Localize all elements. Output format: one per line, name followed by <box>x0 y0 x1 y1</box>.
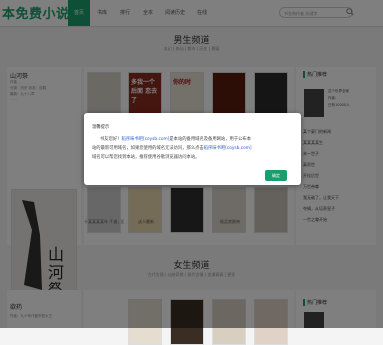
dialog-title: 温馨提示 <box>92 125 110 130</box>
dialog-link[interactable]: 稻序味书吧[coysb.com] <box>204 146 252 151</box>
dialog-text: 域名可以帮您找到本站，推荐使用谷歌浏览器访问本站。 <box>92 155 200 160</box>
dialog-text: 是本站的备用域名及备用网站，用于公布本 <box>169 137 252 142</box>
notice-dialog: 温馨提示 书友您好！稻序味书吧[coysb.com]是本站的备用域名及备用网站，… <box>84 113 301 185</box>
dialog-body: 书友您好！稻序味书吧[coysb.com]是本站的备用域名及备用网站，用于公布本… <box>92 135 295 162</box>
dialog-text: 书友您好！ <box>100 137 122 142</box>
dialog-text: 站的最新可用域名，如果您使用的域名无法访问，那么点击 <box>92 146 204 151</box>
dialog-link[interactable]: 稻序味书吧[coysb.com] <box>121 137 169 142</box>
confirm-button[interactable]: 确定 <box>265 170 287 181</box>
